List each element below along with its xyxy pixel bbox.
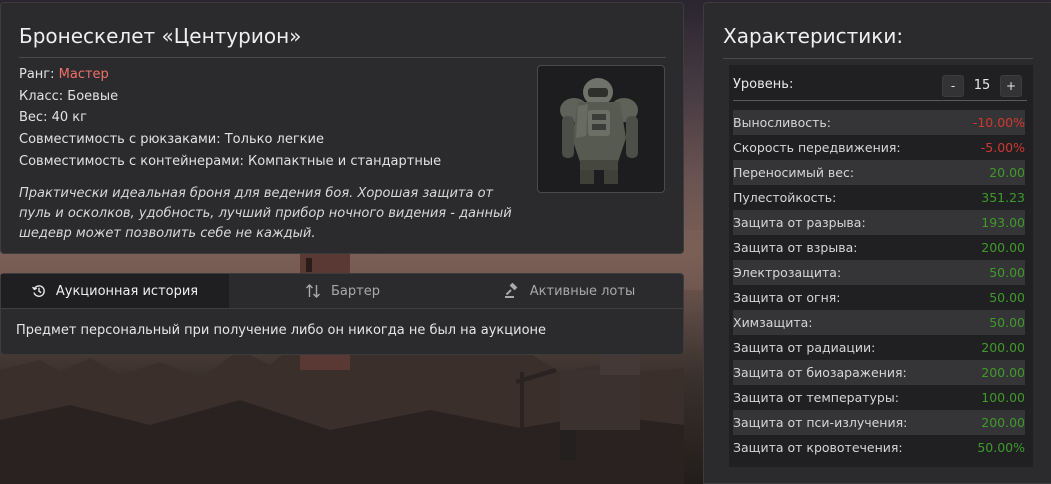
stat-rows: Выносливость: -10.00% Скорость передвижени… <box>729 110 1025 460</box>
tab-barter-label: Бартер <box>331 283 380 299</box>
stats-divider <box>723 58 1033 59</box>
level-decrease-button[interactable]: - <box>942 75 964 97</box>
item-container-compat: Совместимость с контейнерами: Компактные… <box>19 154 442 169</box>
stat-label: Защита от огня: <box>733 290 841 305</box>
tab-active-lots[interactable]: Активные лоты <box>456 274 683 308</box>
stat-value: 193.00 <box>981 215 1025 230</box>
stat-label: Защита от пси-излучения: <box>733 415 908 430</box>
stat-value: 50.00 <box>989 290 1025 305</box>
stat-value: 200.00 <box>981 340 1025 355</box>
stat-value: 20.00 <box>989 165 1025 180</box>
stat-row: Защита от пси-излучения: 200.00 <box>733 410 1025 435</box>
stat-label: Защита от радиации: <box>733 340 876 355</box>
item-image-frame <box>537 65 665 193</box>
stat-row: Защита от взрыва: 200.00 <box>733 235 1025 260</box>
stat-label: Переносимый вес: <box>733 165 855 180</box>
item-title: Бронескелет «Центурион» <box>19 24 302 48</box>
stats-heading: Характеристики: <box>723 24 904 48</box>
history-icon <box>31 285 45 297</box>
level-label: Уровень: <box>733 77 794 92</box>
item-rank: Ранг: Мастер <box>19 67 109 82</box>
stat-row: Скорость передвижения: -5.00% <box>733 135 1025 160</box>
stat-row: Электрозащита: 50.00 <box>733 260 1025 285</box>
stat-row: Защита от радиации: 200.00 <box>733 335 1025 360</box>
tab-barter[interactable]: Бартер <box>229 274 456 308</box>
swap-arrows-icon <box>306 284 321 298</box>
level-row: Уровень: - 15 + <box>733 70 1027 101</box>
stat-value: 200.00 <box>981 240 1025 255</box>
title-divider <box>19 57 666 58</box>
stat-value: 50.00 <box>989 315 1025 330</box>
stats-panel: Характеристики: Уровень: - 15 + Вынослив… <box>703 2 1051 484</box>
stat-label: Пулестойкость: <box>733 190 837 205</box>
stat-value: 351.23 <box>981 190 1025 205</box>
stat-row: Защита от биозаражения: 200.00 <box>733 360 1025 385</box>
stat-value: 50.00 <box>989 265 1025 280</box>
auction-tabs-panel: Аукционная история Бартер Активные лоты … <box>0 273 684 355</box>
tab-active-lots-label: Активные лоты <box>529 283 636 299</box>
item-backpack-compat: Совместимость с рюкзаками: Только легкие <box>19 132 324 147</box>
stat-value: 50.00% <box>977 440 1025 455</box>
level-increase-button[interactable]: + <box>1000 75 1022 97</box>
tab-auction-history[interactable]: Аукционная история <box>1 274 229 308</box>
rank-label: Ранг: <box>19 67 59 82</box>
item-description: Практически идеальная броня для ведения … <box>19 186 512 241</box>
rank-value: Мастер <box>58 67 109 82</box>
stat-label: Выносливость: <box>733 115 831 130</box>
stat-row: Химзащита: 50.00 <box>733 310 1025 335</box>
stat-label: Защита от разрыва: <box>733 215 866 230</box>
item-card: Бронескелет «Центурион» Ранг: Мастер Кла… <box>0 2 684 254</box>
stat-label: Защита от взрыва: <box>733 240 858 255</box>
gavel-icon <box>504 283 518 298</box>
stat-row: Защита от разрыва: 193.00 <box>733 210 1025 235</box>
armor-exoskeleton-image <box>560 78 638 184</box>
stat-label: Защита от биозаражения: <box>733 365 907 380</box>
stat-label: Скорость передвижения: <box>733 140 901 155</box>
item-class: Класс: Боевые <box>19 89 119 104</box>
stat-row: Пулестойкость: 351.23 <box>733 185 1025 210</box>
stat-label: Электрозащита: <box>733 265 842 280</box>
stat-label: Защита от кровотечения: <box>733 440 903 455</box>
stat-label: Химзащита: <box>733 315 813 330</box>
stat-value: -5.00% <box>980 140 1025 155</box>
tab-bar: Аукционная история Бартер Активные лоты <box>1 274 683 309</box>
item-weight: Вес: 40 кг <box>19 110 87 125</box>
stat-label: Защита от температуры: <box>733 390 899 405</box>
stat-value: 100.00 <box>981 390 1025 405</box>
tab-auction-history-label: Аукционная история <box>55 283 199 299</box>
level-value: 15 <box>973 78 991 93</box>
stat-value: 200.00 <box>981 415 1025 430</box>
stat-row: Выносливость: -10.00% <box>733 110 1025 135</box>
stat-row: Защита от кровотечения: 50.00% <box>733 435 1025 460</box>
stat-row: Защита от огня: 50.00 <box>733 285 1025 310</box>
auction-history-message: Предмет персональный при получение либо … <box>16 323 547 338</box>
stat-value: -10.00% <box>972 115 1025 130</box>
stat-row: Защита от температуры: 100.00 <box>733 385 1025 410</box>
stat-value: 200.00 <box>981 365 1025 380</box>
stats-table: Уровень: - 15 + Выносливость: -10.00% Скор… <box>729 65 1033 467</box>
stat-row: Переносимый вес: 20.00 <box>733 160 1025 185</box>
